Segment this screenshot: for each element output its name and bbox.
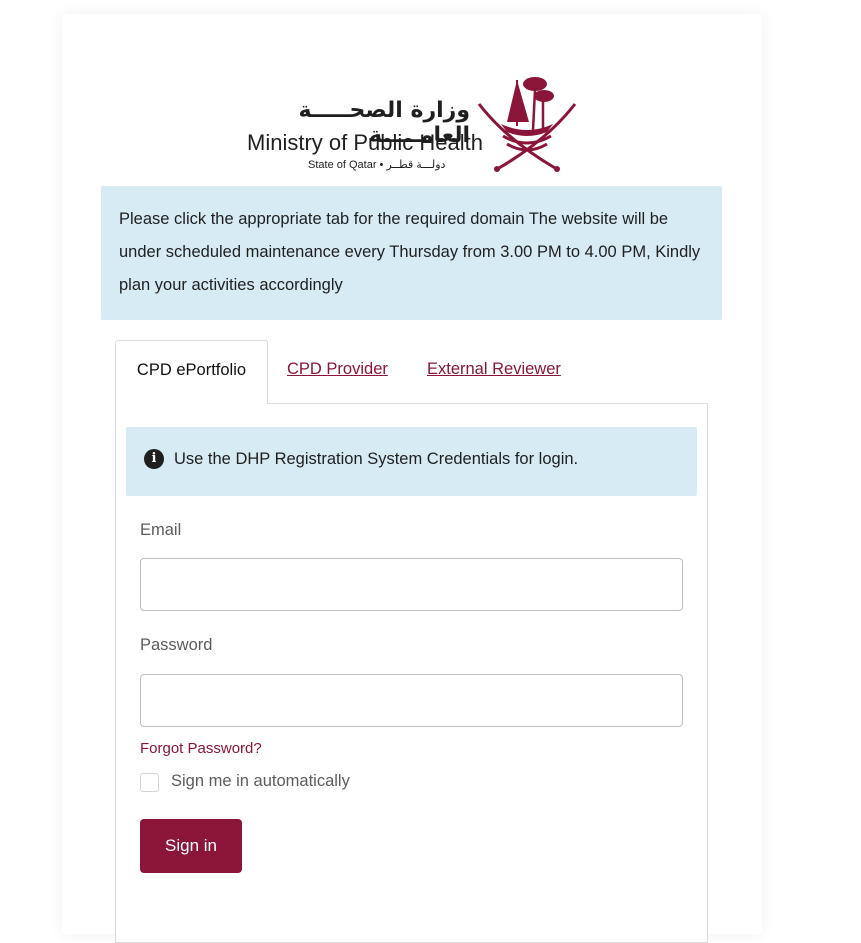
ministry-logo: وزارة الصحـــــة العامـــــة Ministry of… <box>245 70 580 176</box>
qatar-emblem-icon <box>477 77 577 172</box>
logo-english-text: Ministry of Public Health <box>247 130 483 155</box>
email-label: Email <box>140 521 182 539</box>
credentials-info-text: Use the DHP Registration System Credenti… <box>174 450 579 468</box>
maintenance-notice: Please click the appropriate tab for the… <box>101 186 722 320</box>
tab-cpd-provider[interactable]: CPD Provider <box>287 340 388 398</box>
forgot-password-link[interactable]: Forgot Password? <box>140 740 262 757</box>
sign-in-button[interactable]: Sign in <box>140 819 242 873</box>
logo-state-text: State of Qatar • دولـــة قطــر <box>308 159 446 171</box>
info-circle-icon: i <box>144 449 164 469</box>
tab-cpd-eportfolio[interactable]: CPD ePortfolio <box>115 340 268 404</box>
email-field[interactable] <box>140 558 683 611</box>
remember-me-label: Sign me in automatically <box>171 772 350 790</box>
credentials-info-alert: i Use the DHP Registration System Creden… <box>126 427 697 496</box>
tab-external-reviewer[interactable]: External Reviewer <box>427 340 561 398</box>
domain-tabs: CPD ePortfolio CPD Provider External Rev… <box>115 340 708 404</box>
password-field[interactable] <box>140 674 683 727</box>
remember-me-checkbox[interactable] <box>140 773 159 792</box>
password-label: Password <box>140 636 213 654</box>
